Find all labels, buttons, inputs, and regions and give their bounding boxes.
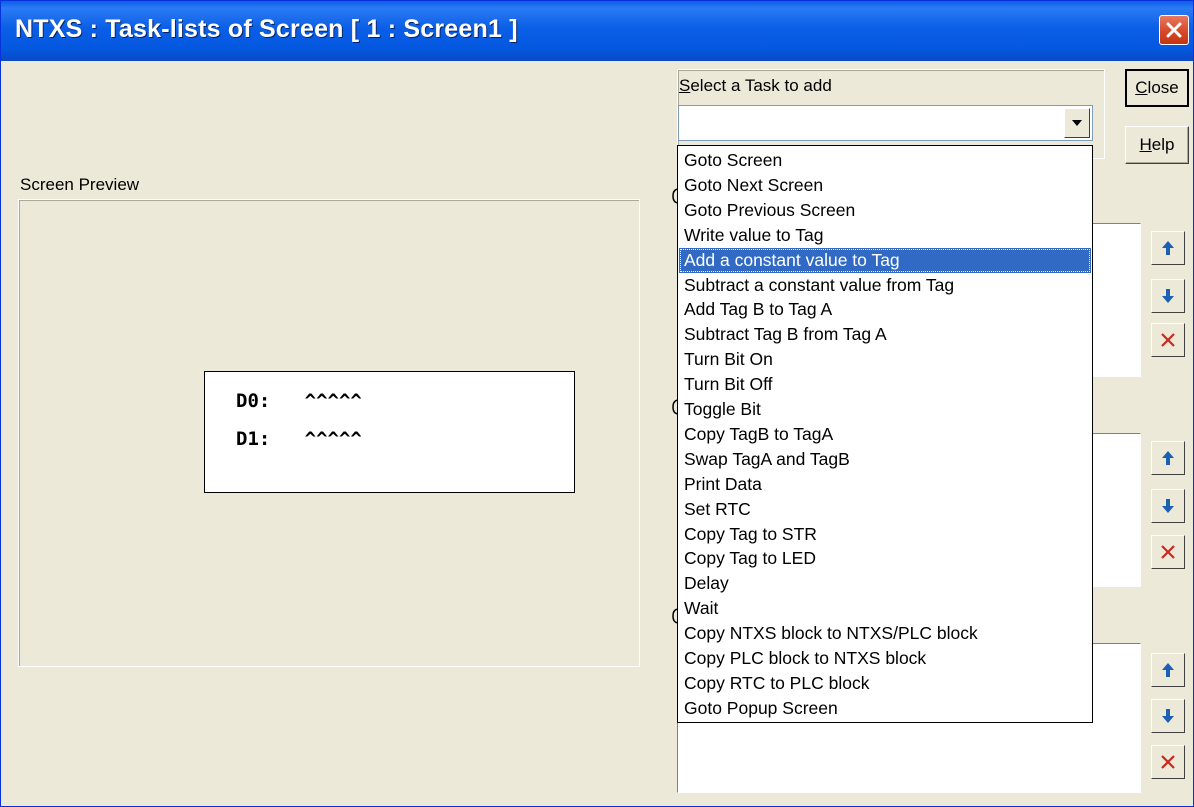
arrow-down-icon <box>1162 499 1174 513</box>
dropdown-item[interactable]: Subtract Tag B from Tag A <box>679 322 1091 347</box>
task-select-label: Select a Task to add <box>679 76 832 96</box>
screen-preview-label: Screen Preview <box>20 175 140 194</box>
chevron-down-icon <box>1072 120 1082 126</box>
list2-delete-button[interactable] <box>1151 535 1185 569</box>
dropdown-item[interactable]: Goto Previous Screen <box>679 198 1091 223</box>
dropdown-item[interactable]: Add a constant value to Tag <box>679 247 1091 273</box>
dropdown-item[interactable]: Swap TagA and TagB <box>679 447 1091 472</box>
dropdown-item[interactable]: Turn Bit Off <box>679 372 1091 397</box>
dropdown-item[interactable]: Copy RTC to PLC block <box>679 671 1091 696</box>
dropdown-item[interactable]: Write value to Tag <box>679 223 1091 248</box>
dropdown-item[interactable]: Copy TagB to TagA <box>679 422 1091 447</box>
dropdown-item[interactable]: Copy Tag to LED <box>679 546 1091 571</box>
close-button[interactable]: Close <box>1125 69 1189 107</box>
dropdown-item[interactable]: Goto Screen <box>679 148 1091 173</box>
task-select-dropdown-button[interactable] <box>1064 108 1090 138</box>
lcd-row-2: D1: ^^^^^ <box>236 428 362 450</box>
dropdown-item[interactable]: Print Data <box>679 472 1091 497</box>
task-lists-window: NTXS : Task-lists of Screen [ 1 : Screen… <box>0 0 1194 807</box>
delete-x-icon <box>1161 545 1175 559</box>
dropdown-item[interactable]: Turn Bit On <box>679 347 1091 372</box>
list3-move-down-button[interactable] <box>1151 699 1185 733</box>
dropdown-item[interactable]: Add Tag B to Tag A <box>679 297 1091 322</box>
dropdown-item[interactable]: Subtract a constant value from Tag <box>679 273 1091 298</box>
arrow-up-icon <box>1162 451 1174 465</box>
close-button-mnemonic: C <box>1135 78 1148 97</box>
list1-move-down-button[interactable] <box>1151 279 1185 313</box>
list2-move-up-button[interactable] <box>1151 441 1185 475</box>
delete-x-icon <box>1161 333 1175 347</box>
list1-delete-button[interactable] <box>1151 323 1185 357</box>
arrow-down-icon <box>1162 289 1174 303</box>
task-select-label-mnemonic: S <box>679 76 691 95</box>
dropdown-item[interactable]: Delay <box>679 571 1091 596</box>
arrow-up-icon <box>1162 663 1174 677</box>
window-title: NTXS : Task-lists of Screen [ 1 : Screen… <box>15 15 518 43</box>
screen-preview-lcd: D0: ^^^^^ D1: ^^^^^ <box>204 371 575 493</box>
list1-move-up-button[interactable] <box>1151 231 1185 265</box>
window-close-button[interactable] <box>1159 15 1189 45</box>
task-dropdown-list[interactable]: Goto Screen Goto Next Screen Goto Previous… <box>677 145 1093 723</box>
dropdown-item[interactable]: Copy NTXS block to NTXS/PLC block <box>679 621 1091 646</box>
task-select-combobox[interactable] <box>678 105 1093 141</box>
list2-move-down-button[interactable] <box>1151 489 1185 523</box>
delete-x-icon <box>1161 755 1175 769</box>
close-icon <box>1166 22 1182 38</box>
help-button-label: elp <box>1151 135 1175 154</box>
close-button-label: lose <box>1147 78 1179 97</box>
title-bar[interactable]: NTXS : Task-lists of Screen [ 1 : Screen… <box>1 1 1193 61</box>
dropdown-item[interactable]: Goto Popup Screen <box>679 696 1091 721</box>
help-button[interactable]: Help <box>1125 126 1189 164</box>
dropdown-item[interactable]: Toggle Bit <box>679 397 1091 422</box>
dropdown-item[interactable]: Wait <box>679 596 1091 621</box>
list3-move-up-button[interactable] <box>1151 653 1185 687</box>
dropdown-item[interactable]: Goto Next Screen <box>679 173 1091 198</box>
dropdown-item[interactable]: Copy PLC block to NTXS block <box>679 646 1091 671</box>
dropdown-item[interactable]: Set RTC <box>679 497 1091 522</box>
task-select-label-text: elect a Task to add <box>690 76 832 95</box>
arrow-up-icon <box>1162 241 1174 255</box>
dropdown-item[interactable]: Copy Tag to STR <box>679 522 1091 547</box>
lcd-row-1: D0: ^^^^^ <box>236 390 362 412</box>
arrow-down-icon <box>1162 709 1174 723</box>
list3-delete-button[interactable] <box>1151 745 1185 779</box>
help-button-mnemonic: H <box>1139 135 1152 154</box>
